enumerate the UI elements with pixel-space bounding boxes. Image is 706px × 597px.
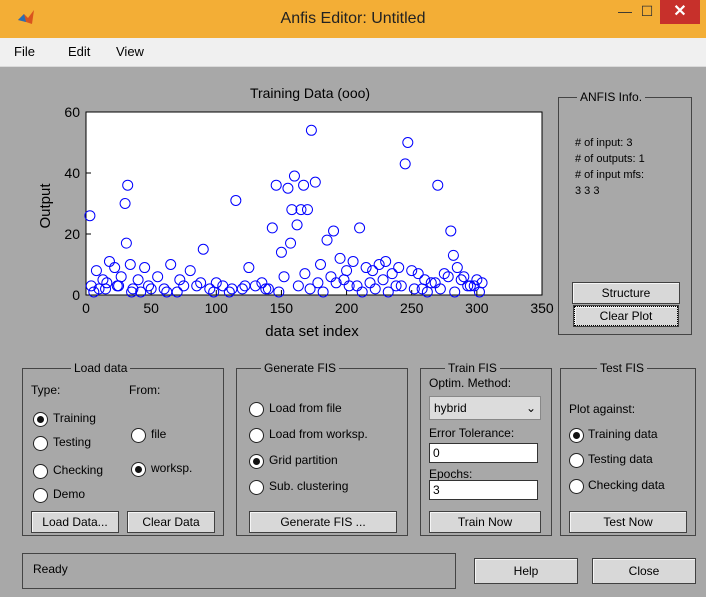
load-data-title: Load data: [71, 361, 131, 375]
menu-bar: File Edit View: [0, 38, 706, 67]
help-button[interactable]: Help: [474, 558, 578, 584]
status-bar: Ready: [22, 553, 456, 589]
radio-training-label: Training: [53, 411, 96, 425]
structure-button[interactable]: Structure: [572, 282, 680, 304]
y-tick-label: 20: [64, 226, 80, 242]
generate-fis-title: Generate FIS: [261, 361, 340, 375]
from-label: From:: [129, 383, 161, 397]
status-text: Ready: [33, 562, 68, 576]
radio-workspace[interactable]: [131, 462, 146, 477]
radio-file-label: file: [151, 427, 167, 441]
train-now-button[interactable]: Train Now: [429, 511, 541, 533]
x-axis-label: data set index: [265, 323, 359, 340]
anfis-info-title: ANFIS Info.: [577, 90, 646, 104]
maximize-button[interactable]: ☐: [632, 0, 662, 24]
window-title: Anfis Editor: Untitled: [280, 10, 426, 27]
epochs-label: Epochs:: [429, 467, 473, 481]
radio-grid-partition-label: Grid partition: [269, 453, 338, 467]
test-fis-panel: Test FIS Plot against: Training data Tes…: [560, 361, 696, 536]
test-fis-title: Test FIS: [597, 361, 648, 375]
x-tick-label: 50: [143, 300, 159, 316]
radio-grid-partition[interactable]: [249, 454, 264, 469]
x-tick-label: 0: [82, 300, 90, 316]
x-tick-label: 350: [530, 300, 554, 316]
chevron-down-icon: ⌄: [525, 401, 536, 415]
radio-training[interactable]: [33, 412, 48, 427]
radio-training-data[interactable]: [569, 428, 584, 443]
radio-checking[interactable]: [33, 464, 48, 479]
radio-checking-label: Checking: [53, 463, 104, 477]
info-line-inputs: # of input: 3: [575, 137, 633, 149]
radio-load-from-file[interactable]: [249, 402, 264, 417]
epochs-field[interactable]: 3: [429, 480, 538, 500]
radio-testing[interactable]: [33, 436, 48, 451]
radio-demo-label: Demo: [53, 487, 86, 501]
radio-checking-data-label: Checking data: [588, 478, 665, 492]
info-line-mfs-value: 3 3 3: [575, 185, 600, 197]
plot-area: [85, 111, 543, 296]
radio-file[interactable]: [131, 428, 146, 443]
info-line-outputs: # of outputs: 1: [575, 153, 645, 165]
x-tick-label: 150: [270, 300, 294, 316]
title-bar: Anfis Editor: Untitled — ☐ ✕: [0, 0, 706, 38]
radio-load-from-file-label: Load from file: [269, 401, 342, 415]
radio-testing-label: Testing: [53, 435, 92, 449]
close-button[interactable]: Close: [592, 558, 696, 584]
radio-testing-data-label: Testing data: [588, 452, 653, 466]
x-tick-label: 250: [400, 300, 424, 316]
load-data-button[interactable]: Load Data...: [31, 511, 119, 533]
generate-fis-button[interactable]: Generate FIS ...: [249, 511, 397, 533]
clear-data-button[interactable]: Clear Data: [127, 511, 215, 533]
radio-testing-data[interactable]: [569, 453, 584, 468]
menu-view[interactable]: View: [116, 44, 144, 59]
x-tick-label: 200: [335, 300, 359, 316]
test-now-button[interactable]: Test Now: [569, 511, 687, 533]
optim-method-label: Optim. Method:: [429, 376, 512, 390]
radio-sub-clustering[interactable]: [249, 480, 264, 495]
load-data-panel: Load data Type: From: Training Testing C…: [22, 361, 224, 536]
radio-sub-clustering-label: Sub. clustering: [269, 479, 349, 493]
radio-load-from-workspace[interactable]: [249, 428, 264, 443]
plot-against-label: Plot against:: [569, 402, 636, 416]
y-tick-label: 40: [64, 165, 80, 181]
error-tolerance-field[interactable]: 0: [429, 443, 538, 463]
clear-plot-button[interactable]: Clear Plot: [573, 305, 679, 327]
close-window-button[interactable]: ✕: [660, 0, 700, 24]
y-axis-label: Output: [37, 183, 54, 229]
type-label: Type:: [31, 383, 61, 397]
error-tolerance-label: Error Tolerance:: [429, 426, 515, 440]
radio-load-from-workspace-label: Load from worksp.: [269, 427, 368, 441]
generate-fis-panel: Generate FIS Load from file Load from wo…: [236, 361, 408, 536]
menu-edit[interactable]: Edit: [68, 44, 90, 59]
optim-method-select[interactable]: hybrid ⌄: [429, 396, 541, 420]
radio-workspace-label: worksp.: [151, 461, 193, 475]
y-tick-label: 0: [72, 287, 80, 303]
info-line-mfs: # of input mfs:: [575, 169, 645, 181]
radio-training-data-label: Training data: [588, 427, 658, 441]
train-fis-panel: Train FIS Optim. Method: hybrid ⌄ Error …: [420, 361, 552, 536]
anfis-editor-window: Anfis Editor: Untitled — ☐ ✕ File Edit V…: [0, 0, 706, 597]
train-fis-title: Train FIS: [445, 361, 500, 375]
plot-title: Training Data (ooo): [250, 85, 370, 101]
training-data-plot: Training Data (ooo) 0 50 100 150 200 250 300 35…: [37, 85, 554, 340]
y-tick-label: 60: [64, 104, 80, 120]
x-tick-label: 100: [205, 300, 229, 316]
x-tick-label: 300: [465, 300, 489, 316]
radio-checking-data[interactable]: [569, 479, 584, 494]
optim-method-value: hybrid: [434, 401, 467, 415]
menu-file[interactable]: File: [14, 44, 35, 59]
radio-demo[interactable]: [33, 488, 48, 503]
